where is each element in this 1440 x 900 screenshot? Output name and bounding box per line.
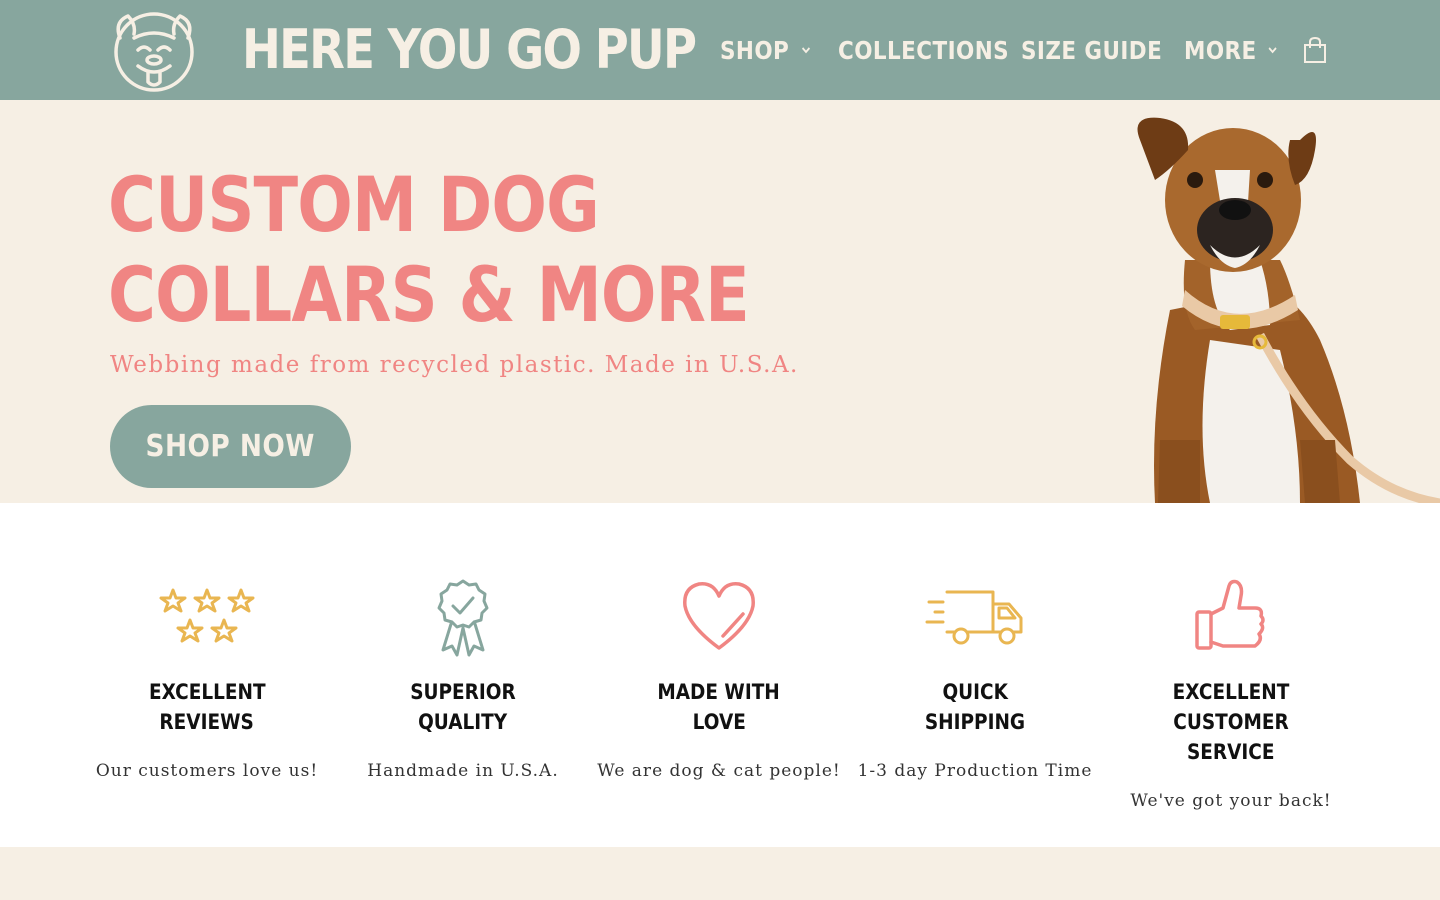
chevron-down-icon [801,47,810,54]
feature-title-line: LOVE [692,710,746,734]
feature-desc: 1-3 day Production Time [857,761,1093,781]
five-stars-icon [159,588,255,643]
nav-item-label: COLLECTIONS [838,35,1010,65]
feature-desc: Our customers love us! [95,761,319,781]
brand-name[interactable]: HERE YOU GO PUP [242,14,697,86]
nav-item-size-guide[interactable]: SIZE GUIDE [1021,36,1162,65]
feature-title-line: SUPERIOR [410,680,516,704]
chevron-down-icon [1268,47,1278,54]
thumbs-up-icon [1195,579,1265,650]
feature-shipping: QUICK SHIPPING 1-3 day Production Time [847,578,1103,781]
nav-item-more[interactable]: MORE [1184,36,1279,65]
feature-title-line: QUALITY [418,710,508,734]
hero-title: CUSTOM DOG COLLARS & MORE [108,160,750,340]
feature-title: EXCELLENT REVIEWS [79,677,335,737]
feature-title: QUICK SHIPPING [847,677,1103,737]
feature-service: EXCELLENT CUSTOMER SERVICE We've got you… [1103,578,1359,811]
nav-item-collections[interactable]: COLLECTIONS [838,36,1009,65]
feature-desc: We've got your back! [1130,791,1332,811]
feature-title-line: SERVICE [1187,740,1275,764]
pug-logo-icon[interactable] [108,8,200,92]
site-header: HERE YOU GO PUP SHOP COLLECTIONS SIZE GU… [0,0,1440,100]
award-ribbon-check-icon [437,579,489,657]
feature-title-line: REVIEWS [159,710,255,734]
feature-reviews: EXCELLENT REVIEWS Our customers love us! [79,578,335,781]
hero-title-line: CUSTOM DOG [108,160,600,249]
feature-title-line: QUICK [942,680,1008,704]
hero-subtitle: Webbing made from recycled plastic. Made… [110,352,799,378]
next-section-band [0,847,1440,900]
features-section: EXCELLENT REVIEWS Our customers love us!… [0,503,1440,847]
feature-title-line: SHIPPING [924,710,1026,734]
shop-now-button[interactable]: SHOP NOW [110,405,351,488]
hero-title-line: COLLARS & MORE [108,250,750,339]
nav-item-shop[interactable]: SHOP [720,36,812,65]
feature-title-line: EXCELLENT [148,680,266,704]
feature-desc: We are dog & cat people! [597,761,841,781]
feature-title: EXCELLENT CUSTOMER SERVICE [1103,677,1359,767]
feature-love: MADE WITH LOVE We are dog & cat people! [591,578,847,781]
feature-title-line: EXCELLENT CUSTOMER [1172,680,1290,734]
feature-title: SUPERIOR QUALITY [335,677,591,737]
nav-item-label: SHOP [720,35,790,65]
nav-item-label: MORE [1184,35,1257,65]
nav-item-label: SIZE GUIDE [1021,35,1163,65]
delivery-truck-icon [925,590,1023,645]
feature-quality: SUPERIOR QUALITY Handmade in U.S.A. [335,578,591,781]
hero-banner: CUSTOM DOG COLLARS & MORE Webbing made f… [0,100,1440,503]
shop-now-label: SHOP NOW [145,429,316,464]
feature-title: MADE WITH LOVE [591,677,847,737]
heart-icon [683,582,755,650]
feature-desc: Handmade in U.S.A. [367,761,559,781]
feature-title-line: MADE WITH [657,680,781,704]
boxer-dog-image [1137,117,1440,503]
shopping-bag-icon[interactable] [1302,36,1328,64]
